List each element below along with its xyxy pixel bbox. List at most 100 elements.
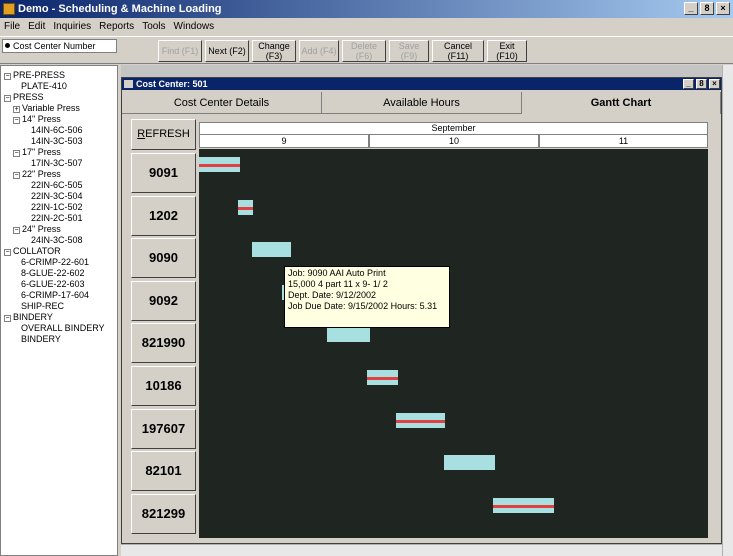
month-header: September [199,122,708,135]
tree-node[interactable]: PLATE-410 [21,81,67,91]
tab-gantt-chart[interactable]: Gantt Chart [522,92,721,114]
cost-center-window: Cost Center: 501 _ 8 × Cost Center Detai… [121,77,722,544]
menu-tools[interactable]: Tools [142,18,165,36]
job-row-label[interactable]: 10186 [131,366,196,406]
job-row-label[interactable]: 1202 [131,196,196,236]
job-bar[interactable] [252,242,291,257]
tree-node[interactable]: OVERALL BINDERY [21,323,105,333]
menu-inquiries[interactable]: Inquiries [53,18,91,36]
tree-node[interactable]: 6-GLUE-22-603 [21,279,85,289]
refresh-button[interactable]: REFRESH [131,119,196,150]
collapse-box-icon[interactable]: − [13,150,20,157]
job-row-label[interactable]: 9090 [131,238,196,278]
menu-edit[interactable]: Edit [28,18,45,36]
day-header: 9 [199,135,369,148]
app-icon [3,3,15,15]
close-button[interactable]: × [716,2,730,15]
job-bar[interactable] [444,455,495,470]
job-bar[interactable] [396,413,445,428]
tree-node[interactable]: − BINDERY [4,312,53,322]
title-bar: Demo - Scheduling & Machine Loading _ 8 … [0,0,733,18]
collapse-box-icon[interactable]: − [13,227,20,234]
collapse-box-icon[interactable]: − [13,117,20,124]
app-window: Demo - Scheduling & Machine Loading _ 8 … [0,0,733,556]
gantt-plot-area [199,149,708,538]
child-minimize-button[interactable]: _ [683,79,694,89]
job-bar[interactable] [327,327,370,342]
toolbar: Cost Center Number Find (F1) Next (F2) C… [0,36,733,64]
collapse-box-icon[interactable]: − [13,172,20,179]
collapse-box-icon[interactable]: − [4,95,11,102]
tree-node[interactable]: −24" Press [13,224,61,234]
window-title: Demo - Scheduling & Machine Loading [18,3,222,15]
find-button[interactable]: Find (F1) [158,40,202,62]
child-title-bar: Cost Center: 501 _ 8 × [122,78,721,90]
menu-file[interactable]: File [4,18,20,36]
tree-node[interactable]: 24IN-3C-508 [31,235,83,245]
tree-node[interactable]: 22IN-6C-505 [31,180,83,190]
tree-node[interactable]: −22" Press [13,169,61,179]
late-indicator-line [238,206,253,210]
expand-box-icon[interactable]: + [13,106,20,113]
save-button[interactable]: Save (F9) [389,40,429,62]
collapse-box-icon[interactable]: − [4,249,11,256]
job-row-label[interactable]: 821990 [131,323,196,363]
cost-center-number-option[interactable]: Cost Center Number [2,39,117,53]
change-button[interactable]: Change (F3) [252,40,296,62]
next-button[interactable]: Next (F2) [205,40,249,62]
collapse-box-icon[interactable]: − [4,315,11,322]
job-row-label[interactable]: 9091 [131,153,196,193]
tree-node[interactable]: − PRE-PRESS [4,70,65,80]
minimize-button[interactable]: _ [684,2,698,15]
tree-node[interactable]: 14IN-6C-506 [31,125,83,135]
menu-bar: File Edit Inquiries Reports Tools Window… [0,18,733,36]
tree-node[interactable]: SHIP-REC [21,301,64,311]
tree-node[interactable]: −17" Press [13,147,61,157]
tree-node[interactable]: − PRESS [4,92,44,102]
job-row-label[interactable]: 197607 [131,409,196,449]
job-row-label[interactable]: 9092 [131,281,196,321]
job-bar[interactable] [493,498,554,513]
menu-windows[interactable]: Windows [174,18,215,36]
delete-button[interactable]: Delete (F6) [342,40,386,62]
job-bar[interactable] [199,157,240,172]
collapse-box-icon[interactable]: − [4,73,11,80]
exit-button[interactable]: Exit (F10) [487,40,527,62]
late-indicator-line [199,163,240,167]
tree-node[interactable]: 14IN-3C-503 [31,136,83,146]
job-tooltip: Job: 9090 AAI Auto Print 15,000 4 part 1… [284,266,450,328]
tree-node[interactable]: 6-CRIMP-17-604 [21,290,89,300]
late-indicator-line [396,419,445,423]
job-row-label[interactable]: 82101 [131,451,196,491]
tab-cost-center-details[interactable]: Cost Center Details [122,92,322,114]
job-bar[interactable] [238,200,253,215]
tab-available-hours[interactable]: Available Hours [322,92,522,114]
window-icon [124,80,133,88]
late-indicator-line [493,504,554,508]
tree-node[interactable]: BINDERY [21,334,61,344]
child-maximize-button[interactable]: 8 [696,79,707,89]
tree-node[interactable]: 22IN-1C-502 [31,202,83,212]
tree-node[interactable]: + Variable Press [13,103,80,113]
add-button[interactable]: Add (F4) [299,40,339,62]
tree-node[interactable]: 6-CRIMP-22-601 [21,257,89,267]
tree-node[interactable]: −14" Press [13,114,61,124]
job-bar[interactable] [367,370,398,385]
job-row-label[interactable]: 821299 [131,494,196,534]
cost-center-tree: − PRE-PRESS PLATE-410 − PRESS + Variable Pr… [0,65,118,556]
tree-node[interactable]: 22IN-2C-501 [31,213,83,223]
horizontal-scrollbar[interactable] [121,544,722,556]
day-header: 10 [369,135,539,148]
tree-node[interactable]: 17IN-3C-507 [31,158,83,168]
child-window-title: Cost Center: 501 [136,79,208,89]
maximize-button[interactable]: 8 [700,2,714,15]
tree-node[interactable]: 22IN-3C-504 [31,191,83,201]
child-close-button[interactable]: × [709,79,720,89]
gantt-chart: REFRESH September 9 10 11 9091 1202 9090 90… [128,119,714,539]
tree-node[interactable]: 8-GLUE-22-602 [21,268,85,278]
late-indicator-line [367,376,398,380]
tree-node[interactable]: − COLLATOR [4,246,61,256]
menu-reports[interactable]: Reports [99,18,134,36]
vertical-scrollbar[interactable] [722,65,733,556]
cancel-button[interactable]: Cancel (F11) [432,40,484,62]
